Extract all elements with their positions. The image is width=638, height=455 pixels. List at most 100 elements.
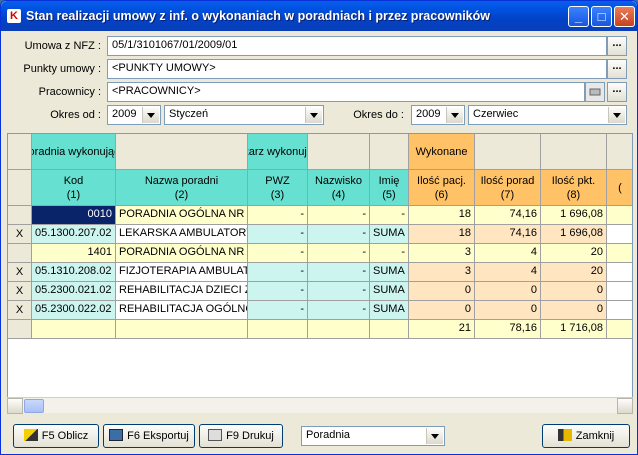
punkty-field[interactable]: <PUNKTY UMOWY> (107, 59, 607, 79)
grid-cell-pacj[interactable]: 3 (409, 244, 475, 263)
grid-cell-pwz[interactable]: - (248, 263, 308, 282)
zamknij-button[interactable]: Zamknij (542, 424, 630, 448)
chevron-down-icon[interactable] (446, 107, 463, 123)
grid-cell-porad[interactable]: 0 (475, 282, 541, 301)
grid-cell-nazwa[interactable]: LEKARSKA AMBULATORY (116, 225, 248, 244)
grid-cell-overflow[interactable] (607, 282, 632, 301)
grid-cell-pwz[interactable]: - (248, 301, 308, 320)
grid-cell-nazwa[interactable]: REHABILITACJA OGÓLNC (116, 301, 248, 320)
grid-cell-imie[interactable]: - (370, 244, 409, 263)
row-selector[interactable] (8, 244, 32, 263)
view-select[interactable]: Poradnia (301, 426, 445, 446)
row-selector[interactable] (8, 320, 32, 339)
pracownicy-field[interactable]: <PRACOWNICY> (107, 82, 585, 102)
eksportuj-button[interactable]: F6 Eksportuj (103, 424, 195, 448)
grid-cell-nazwa[interactable]: FIZJOTERAPIA AMBULAT (116, 263, 248, 282)
grid-cell-porad[interactable]: 0 (475, 301, 541, 320)
scroll-right-icon[interactable] (617, 398, 633, 414)
row-selector[interactable]: X (8, 225, 32, 244)
okres-do-year-select[interactable]: 2009 (411, 105, 465, 125)
punkty-browse-button[interactable]: ... (607, 59, 627, 79)
column-header[interactable]: Imię (5) (370, 170, 409, 206)
grid-cell-pkt[interactable]: 1 696,08 (541, 225, 607, 244)
grid-cell-porad[interactable]: 4 (475, 263, 541, 282)
grid-cell-pwz[interactable]: - (248, 225, 308, 244)
column-header[interactable]: Nazwa poradni (2) (116, 170, 248, 206)
umowa-browse-button[interactable]: ... (607, 36, 627, 56)
chevron-down-icon[interactable] (608, 107, 625, 123)
grid-cell-pkt[interactable]: 1 716,08 (541, 320, 607, 339)
grid-cell-kod[interactable]: 05.2300.021.02 (32, 282, 116, 301)
close-button[interactable]: ✕ (614, 6, 635, 27)
grid-cell-nazwa[interactable]: PORADNIA OGÓLNA NR 1 (116, 206, 248, 225)
grid-cell-imie[interactable] (370, 320, 409, 339)
grid-cell-nazwisko[interactable]: - (308, 206, 370, 225)
row-selector[interactable]: X (8, 282, 32, 301)
grid-cell-nazwisko[interactable]: - (308, 225, 370, 244)
grid-cell-nazwa[interactable]: REHABILITACJA DZIECI Z (116, 282, 248, 301)
okres-od-year-select[interactable]: 2009 (107, 105, 161, 125)
grid-cell-pkt[interactable]: 20 (541, 263, 607, 282)
maximize-button[interactable]: □ (591, 6, 612, 27)
grid-cell-nazwisko[interactable] (308, 320, 370, 339)
grid-cell-pacj[interactable]: 0 (409, 301, 475, 320)
grid-cell-nazwisko[interactable]: - (308, 301, 370, 320)
pracownicy-clear-button[interactable] (585, 82, 605, 102)
grid-cell-porad[interactable]: 4 (475, 244, 541, 263)
pracownicy-browse-button[interactable]: ... (607, 82, 627, 102)
grid-cell-pwz[interactable]: - (248, 244, 308, 263)
row-selector[interactable]: X (8, 263, 32, 282)
okres-do-month-select[interactable]: Czerwiec (468, 105, 627, 125)
grid-cell-pacj[interactable]: 18 (409, 225, 475, 244)
chevron-down-icon[interactable] (142, 107, 159, 123)
grid-cell-kod[interactable]: 1401 (32, 244, 116, 263)
grid-cell-overflow[interactable] (607, 320, 632, 339)
grid-cell-pkt[interactable]: 0 (541, 301, 607, 320)
grid-cell-nazwisko[interactable]: - (308, 263, 370, 282)
grid-cell-overflow[interactable] (607, 301, 632, 320)
grid-cell-nazwisko[interactable]: - (308, 244, 370, 263)
grid-cell-nazwa[interactable]: PORADNIA OGÓLNA NR 3 (116, 244, 248, 263)
grid-cell-kod[interactable]: 05.2300.022.02 (32, 301, 116, 320)
grid-cell-kod[interactable]: 05.1300.207.02 (32, 225, 116, 244)
column-header[interactable]: Ilość pkt. (8) (541, 170, 607, 206)
drukuj-button[interactable]: F9 Drukuj (199, 424, 283, 448)
grid-cell-porad[interactable]: 74,16 (475, 206, 541, 225)
results-grid[interactable]: Poradnia wykonująca Lekarz wykonujący Wyko… (7, 133, 633, 413)
grid-cell-kod[interactable]: 0010 (32, 206, 116, 225)
minimize-button[interactable]: _ (568, 6, 589, 27)
grid-cell-pwz[interactable] (248, 320, 308, 339)
row-selector[interactable] (8, 206, 32, 225)
grid-cell-imie[interactable]: SUMA (370, 282, 409, 301)
grid-cell-kod[interactable]: 05.1310.208.02 (32, 263, 116, 282)
chevron-down-icon[interactable] (426, 428, 443, 444)
grid-cell-imie[interactable]: SUMA (370, 301, 409, 320)
grid-cell-pacj[interactable]: 21 (409, 320, 475, 339)
grid-cell-porad[interactable]: 78,16 (475, 320, 541, 339)
grid-cell-overflow[interactable] (607, 206, 632, 225)
grid-cell-overflow[interactable] (607, 244, 632, 263)
oblicz-button[interactable]: F5 Oblicz (13, 424, 99, 448)
grid-cell-pacj[interactable]: 3 (409, 263, 475, 282)
column-header[interactable]: Ilość pacj. (6) (409, 170, 475, 206)
grid-cell-kod[interactable] (32, 320, 116, 339)
umowa-field[interactable]: 05/1/3101067/01/2009/01 (107, 36, 607, 56)
grid-cell-pacj[interactable]: 18 (409, 206, 475, 225)
column-header[interactable]: Ilość porad (7) (475, 170, 541, 206)
grid-cell-nazwa[interactable] (116, 320, 248, 339)
grid-cell-pkt[interactable]: 0 (541, 282, 607, 301)
grid-cell-overflow[interactable] (607, 225, 632, 244)
column-header[interactable]: ( (607, 170, 632, 206)
grid-cell-pwz[interactable]: - (248, 282, 308, 301)
grid-cell-pwz[interactable]: - (248, 206, 308, 225)
horizontal-scrollbar[interactable] (7, 397, 633, 414)
scroll-thumb[interactable] (24, 399, 44, 413)
grid-cell-pkt[interactable]: 1 696,08 (541, 206, 607, 225)
grid-cell-imie[interactable]: SUMA (370, 225, 409, 244)
grid-cell-overflow[interactable] (607, 263, 632, 282)
row-selector[interactable]: X (8, 301, 32, 320)
grid-cell-pkt[interactable]: 20 (541, 244, 607, 263)
grid-cell-pacj[interactable]: 0 (409, 282, 475, 301)
column-header[interactable]: Nazwisko (4) (308, 170, 370, 206)
grid-cell-imie[interactable]: - (370, 206, 409, 225)
